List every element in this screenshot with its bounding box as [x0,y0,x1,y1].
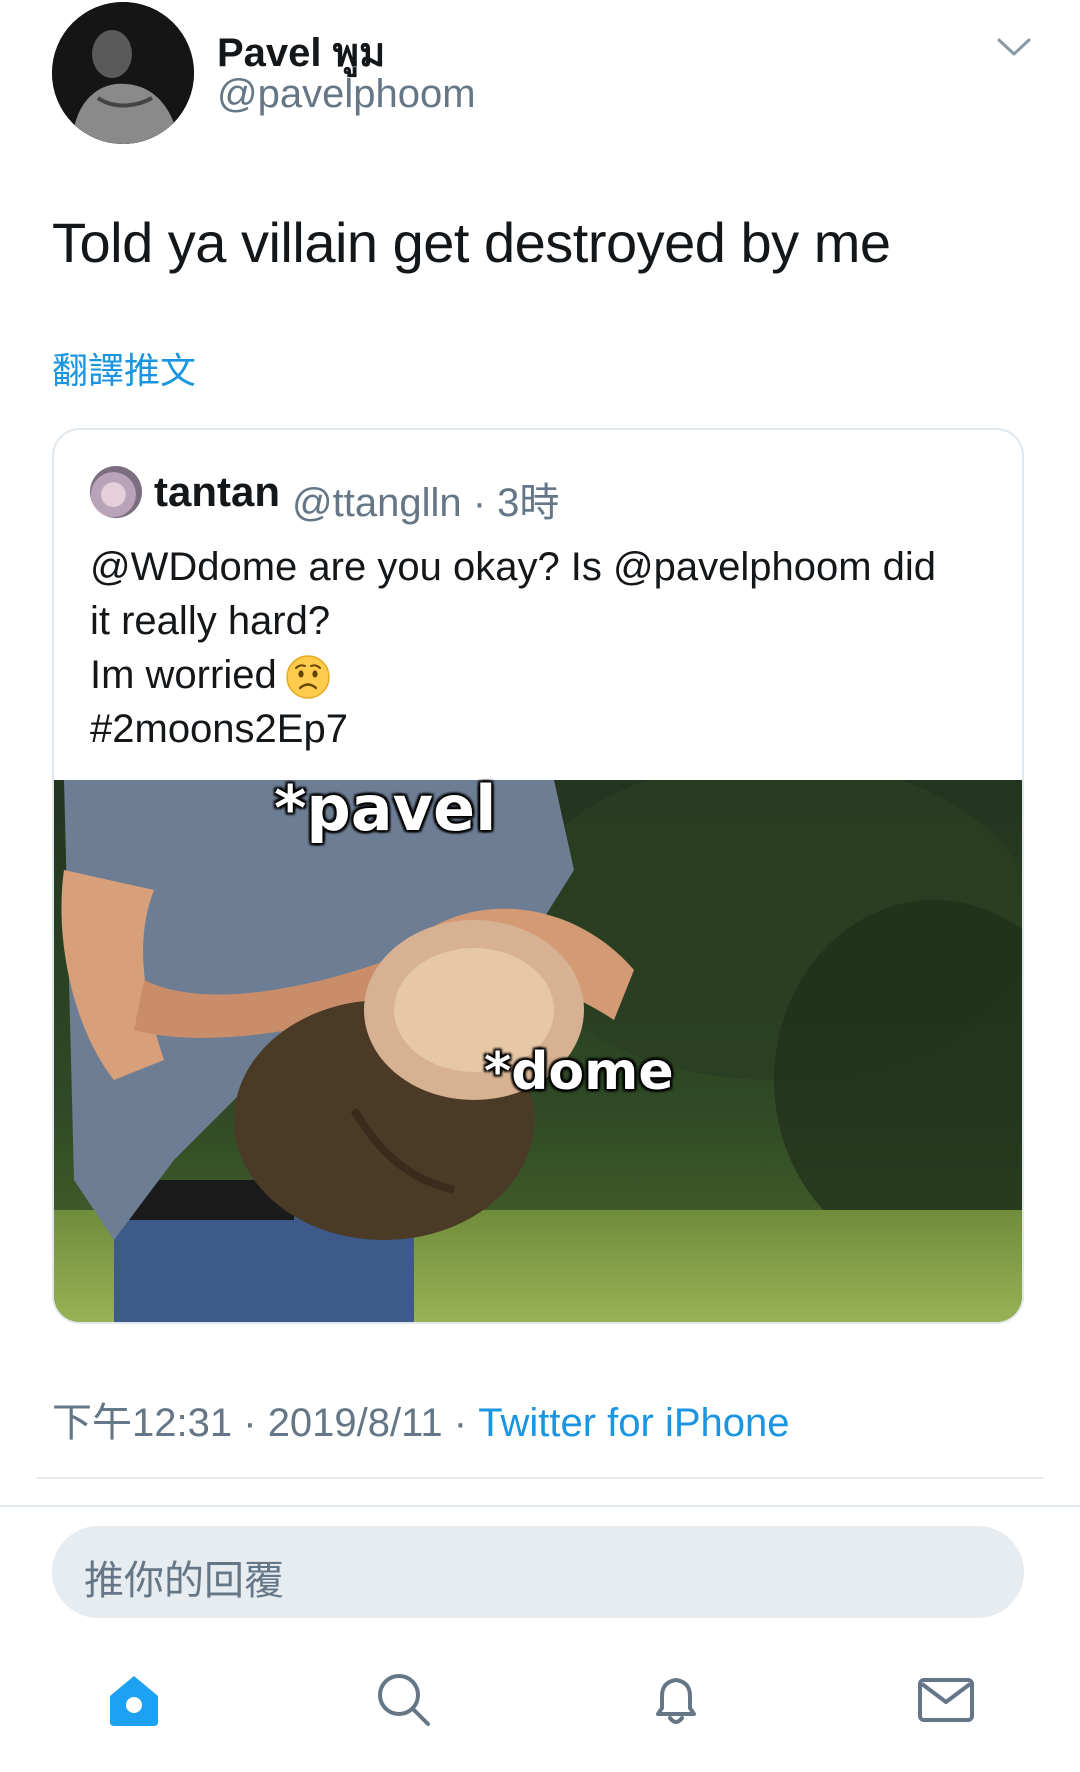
quoted-tweet-text: @WDdome are you okay? Is @pavelphoom did… [90,540,990,756]
worried-face-emoji-icon [285,654,331,700]
image-caption-pavel: *pavel [274,772,497,845]
tweet-date: 2019/8/11 [267,1401,443,1445]
quoted-text-segment: Im worried [90,653,277,697]
meta-separator: · [453,1401,468,1445]
translate-tweet-link[interactable]: 翻譯推文 [52,342,196,394]
quoted-author-name: tantan [154,468,280,515]
author-handle[interactable]: @pavelphoom [217,72,476,117]
reply-input[interactable]: 推你的回覆 [52,1526,1024,1618]
tweet-text: Told ya villain get destroyed by me [52,211,891,274]
chevron-down-icon[interactable] [996,36,1032,58]
divider [0,1505,1080,1507]
image-caption-dome: *dome [484,1042,674,1102]
quoted-text-line: @WDdome are you okay? Is @pavelphoom did [90,545,937,589]
quoted-tweet-card[interactable]: tantan @ttanglln · 3時 @WDdome are you ok… [52,428,1024,1324]
quoted-text-line: #2moons2Ep7 [90,707,348,751]
tweet-client-link[interactable]: Twitter for iPhone [478,1401,789,1445]
meta-separator: · [472,481,487,525]
search-icon[interactable] [374,1670,434,1730]
author-avatar[interactable] [52,2,194,144]
quoted-author-avatar [90,466,142,518]
mail-icon[interactable] [916,1670,976,1730]
home-icon[interactable] [104,1670,164,1730]
quoted-tweet-image[interactable]: *pavel *dome [54,760,1022,1322]
bell-icon[interactable] [646,1670,706,1730]
reply-placeholder: 推你的回覆 [84,1559,284,1603]
quoted-author-handle: @ttanglln [292,481,462,525]
tweet-time: 下午12:31 [52,1401,233,1445]
quoted-tweet-time: 3時 [497,481,560,525]
tweet-meta: 下午12:31 · 2019/8/11 · Twitter for iPhone [52,1390,790,1448]
quoted-text-line: Im worried [90,648,990,702]
meta-separator: · [243,1401,257,1445]
divider [36,1477,1044,1479]
quoted-author-meta: @ttanglln · 3時 [292,470,559,528]
quoted-text-line: it really hard? [90,599,331,643]
